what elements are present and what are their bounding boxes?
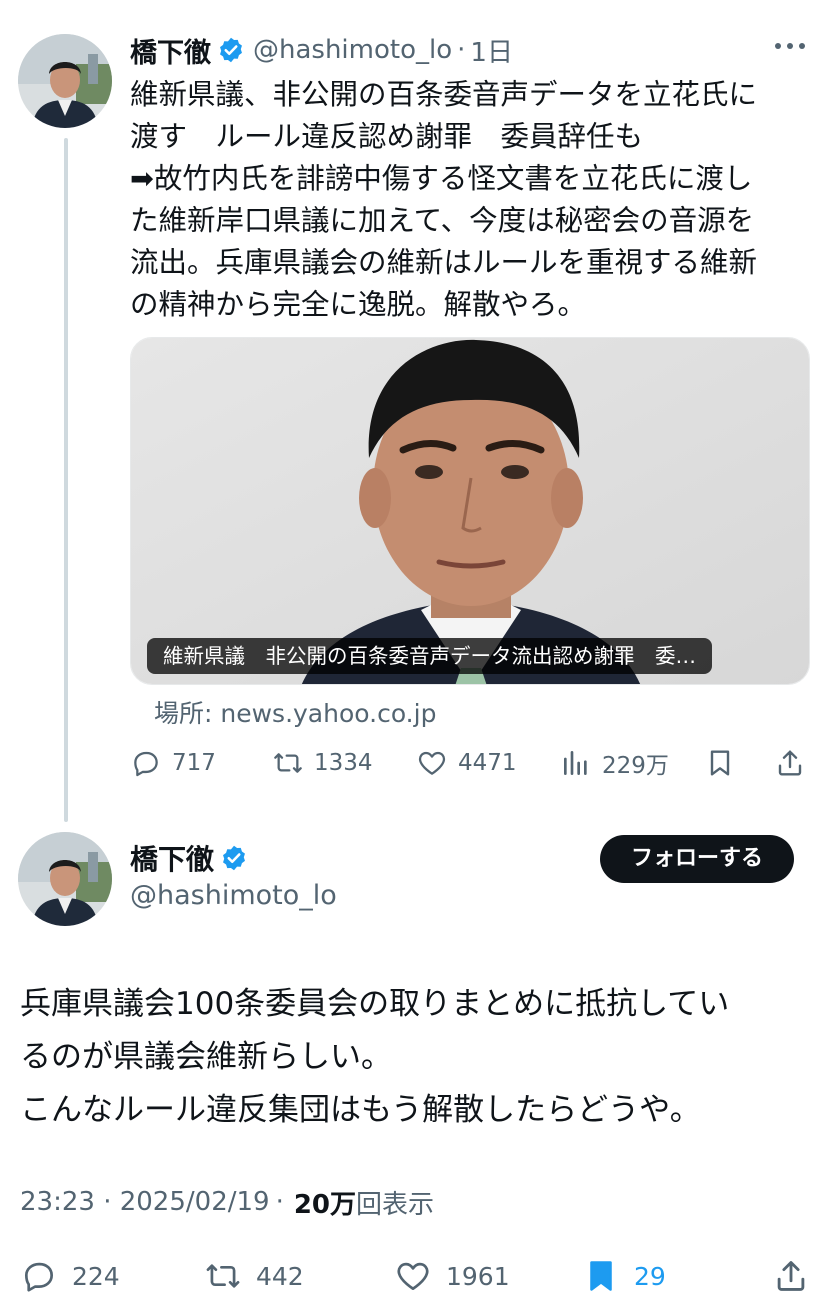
main-tweet-text: 兵庫県議会100条委員会の取りまとめに抵抗してい るのが県議会維新らしい。 こん… [20, 986, 730, 1128]
repost-button[interactable]: 442 [204, 1252, 304, 1300]
bookmark-icon [582, 1257, 620, 1295]
portrait-photo [131, 338, 809, 684]
bookmark-icon [704, 747, 736, 779]
tweet-timestamp[interactable]: 23:23 · 2025/02/19 [20, 1187, 270, 1217]
parent-timestamp[interactable]: 1日 [470, 32, 513, 69]
like-count: 1961 [446, 1261, 510, 1291]
main-author-row: 橋下徹 [130, 838, 256, 878]
like-icon [394, 1257, 432, 1295]
main-handle[interactable]: @hashimoto_lo [130, 880, 337, 911]
repost-icon [272, 747, 304, 779]
like-count: 4471 [458, 750, 517, 776]
verified-badge-icon [217, 36, 245, 64]
views-button[interactable]: 229万 [560, 742, 669, 784]
main-author-name[interactable]: 橋下徹 [130, 838, 214, 878]
view-count-label: 回表示 [356, 1189, 435, 1220]
link-source[interactable]: 場所: news.yahoo.co.jp [154, 694, 436, 730]
repost-count: 442 [256, 1261, 304, 1291]
parent-handle[interactable]: @hashimoto_lo [253, 35, 452, 65]
reply-button[interactable]: 717 [130, 742, 216, 784]
meta-separator: · [275, 1187, 284, 1217]
thread-connector-line [64, 138, 68, 822]
more-icon[interactable] [772, 36, 808, 56]
bookmark-count: 29 [634, 1261, 666, 1291]
main-avatar[interactable] [18, 832, 112, 926]
share-icon [774, 747, 806, 779]
bookmark-button[interactable] [704, 742, 736, 784]
like-button[interactable]: 1961 [394, 1252, 510, 1300]
views-icon [560, 747, 592, 779]
media-caption: 維新県議 非公開の百条委音声データ流出認め謝罪 委… [147, 638, 712, 674]
views-count: 229万 [602, 753, 669, 779]
reply-button[interactable]: 224 [20, 1252, 120, 1300]
parent-avatar[interactable] [18, 34, 112, 128]
verified-badge-icon [220, 844, 248, 872]
repost-icon [204, 1257, 242, 1295]
reply-icon [130, 747, 162, 779]
like-icon [416, 747, 448, 779]
reply-icon [20, 1257, 58, 1295]
share-button[interactable] [772, 1252, 810, 1300]
link-card-image[interactable]: 維新県議 非公開の百条委音声データ流出認め謝罪 委… [130, 337, 810, 685]
parent-tweet-header: 橋下徹 @hashimoto_lo · 1日 [130, 30, 513, 70]
parent-tweet-text: 維新県議、非公開の百条委音声データを立花氏に 渡す ルール違反認め謝罪 委員辞任… [130, 78, 758, 321]
reply-count: 224 [72, 1261, 120, 1291]
share-icon [772, 1257, 810, 1295]
repost-button[interactable]: 1334 [272, 742, 373, 784]
main-action-bar: 224 442 1961 29 [20, 1252, 810, 1300]
view-count: 20万 [293, 1189, 357, 1220]
parent-author-name[interactable]: 橋下徹 [130, 31, 211, 70]
follow-button[interactable]: フォローする [600, 835, 794, 883]
bookmark-button[interactable]: 29 [582, 1252, 666, 1300]
header-separator: · [457, 35, 466, 65]
tweet-meta: 23:23 · 2025/02/19 · 20万 回表示 [20, 1182, 434, 1222]
like-button[interactable]: 4471 [416, 742, 517, 784]
repost-count: 1334 [314, 750, 373, 776]
reply-count: 717 [172, 750, 216, 776]
share-button[interactable] [774, 742, 806, 784]
parent-action-bar: 717 1334 4471 229万 [130, 742, 810, 784]
